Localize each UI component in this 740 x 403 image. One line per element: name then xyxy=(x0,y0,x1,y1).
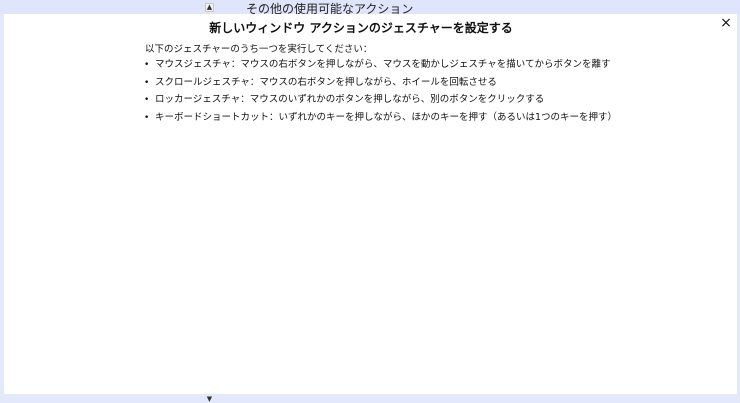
gesture-keyboard: キーボードショートカット：いずれかのキーを押しながら、ほかのキーを押す（あるいは… xyxy=(155,111,618,123)
bullet-icon: • xyxy=(144,95,150,105)
dialog-title: 新しいウィンドウ アクションのジェスチャーを設定する xyxy=(209,21,513,35)
scroll-down-icon[interactable]: ▼ xyxy=(205,396,214,403)
list-item: • キーボードショートカット：いずれかのキーを押しながら、ほかのキーを押す（あるい… xyxy=(142,112,617,130)
list-item: • マウスジェスチャ：マウスの右ボタンを押しながら、マウスを動かしジェスチャを描い… xyxy=(142,59,617,77)
gesture-mouse: マウスジェスチャ：マウスの右ボタンを押しながら、マウスを動かしジェスチャを描いて… xyxy=(155,59,611,70)
close-button[interactable]: × xyxy=(719,15,733,31)
scroll-up-icon[interactable]: ▲ xyxy=(205,3,214,12)
dialog-intro: 以下のジェスチャーのうち一つを実行してください： xyxy=(145,44,373,55)
gesture-dialog: × 新しいウィンドウ アクションのジェスチャーを設定する 以下のジェスチャーのう… xyxy=(4,14,737,394)
bullet-icon: • xyxy=(144,77,150,88)
gesture-list: • マウスジェスチャ：マウスの右ボタンを押しながら、マウスを動かしジェスチャを描い… xyxy=(142,59,617,129)
gesture-rocker: ロッカージェスチャ：マウスのいずれかのボタンを押しながら、別のボタンをクリックす… xyxy=(155,94,545,105)
list-item: • スクロールジェスチャ：マウスの右ボタンを押しながら、ホイールを回転させる xyxy=(142,77,617,95)
list-item: • ロッカージェスチャ：マウスのいずれかのボタンを押しながら、別のボタンをクリック… xyxy=(142,94,617,112)
bullet-icon: • xyxy=(144,60,150,70)
bullet-icon: • xyxy=(144,112,150,123)
gesture-scroll: スクロールジェスチャ：マウスの右ボタンを押しながら、ホイールを回転させる xyxy=(155,76,497,88)
